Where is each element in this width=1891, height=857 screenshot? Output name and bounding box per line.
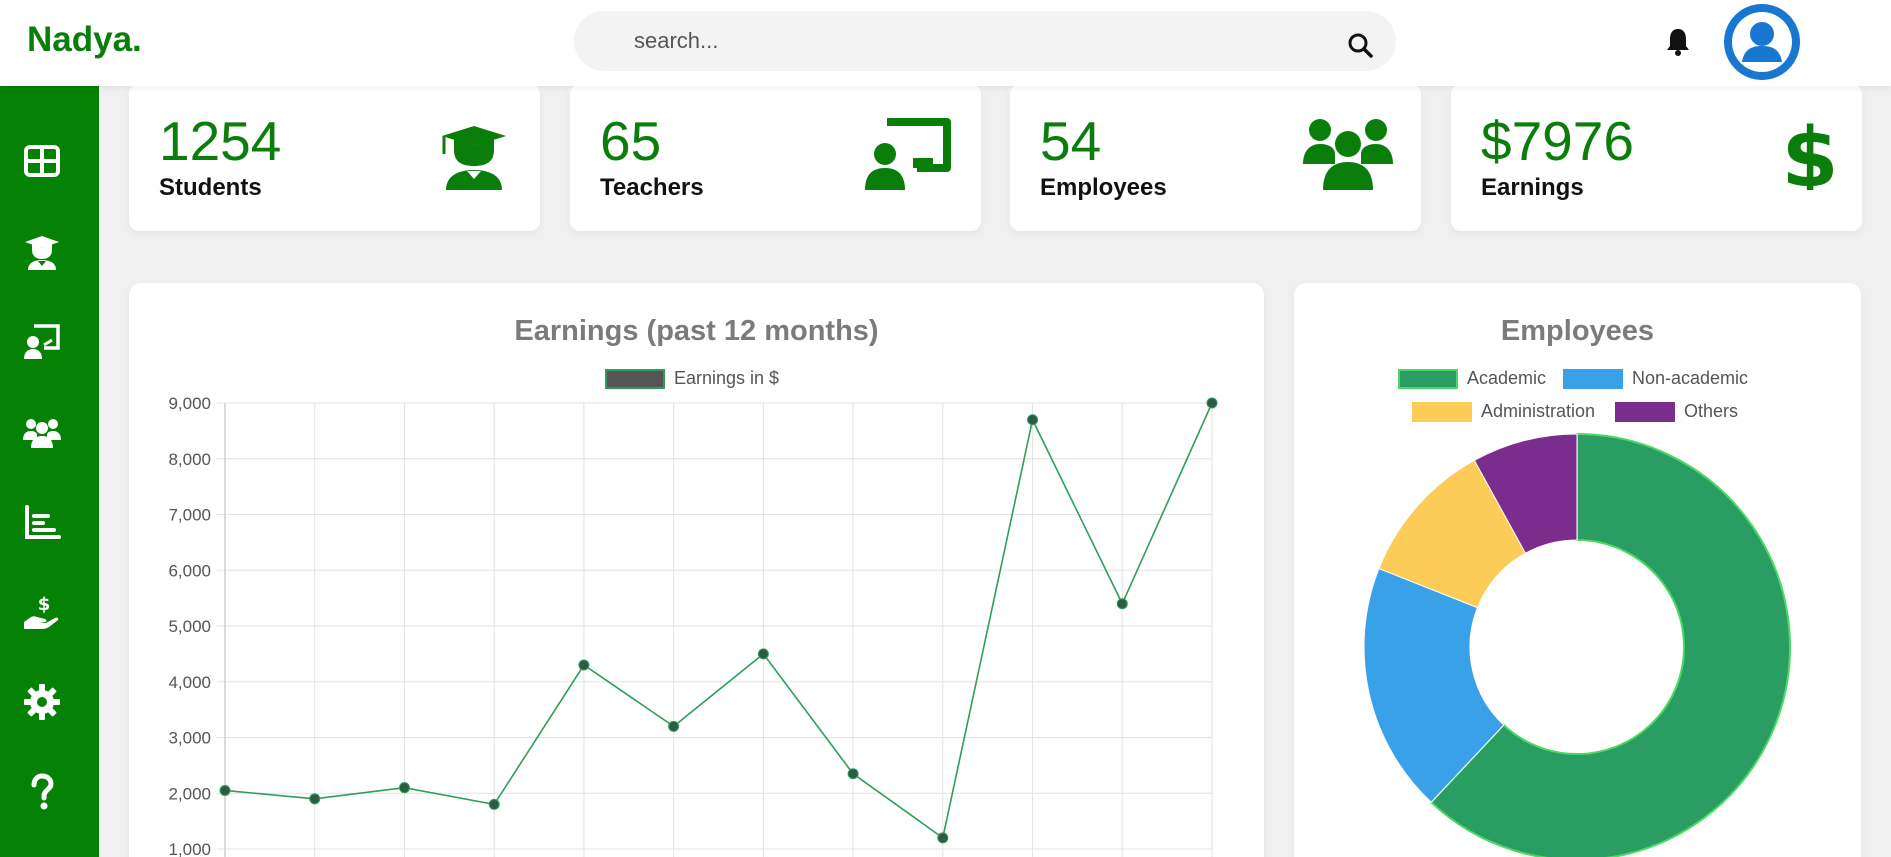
chart-icon — [25, 505, 61, 539]
earnings-data-point[interactable] — [578, 659, 590, 671]
svg-text:$: $ — [1781, 118, 1834, 190]
y-tick-label: 6,000 — [168, 561, 211, 580]
dollar-icon: $ — [1744, 111, 1838, 206]
stat-card-teachers[interactable]: 65 Teachers — [570, 84, 981, 231]
earnings-data-point[interactable] — [398, 782, 410, 794]
stat-label: Earnings — [1481, 174, 1584, 201]
users-icon — [1303, 118, 1393, 190]
employees-chart-panel: Employees Academic Non-academic Administ… — [1294, 283, 1861, 857]
stat-card-employees[interactable]: 54 Employees — [1010, 84, 1421, 231]
graduate-icon — [25, 236, 59, 270]
stat-label: Employees — [1040, 174, 1167, 201]
earnings-data-point[interactable] — [1206, 397, 1218, 409]
stat-label: Students — [159, 174, 262, 201]
brand-logo[interactable]: Nadya. — [27, 20, 142, 60]
bell-icon[interactable] — [1665, 27, 1691, 57]
sidebar-item-payments[interactable]: $ — [18, 588, 66, 636]
stat-value: $7976 — [1481, 110, 1634, 172]
earnings-data-point[interactable] — [1116, 598, 1128, 610]
graduate-icon — [422, 118, 512, 190]
earnings-data-point[interactable] — [847, 768, 859, 780]
user-avatar[interactable] — [1724, 4, 1800, 80]
earnings-data-point[interactable] — [219, 784, 231, 796]
grid-icon — [24, 145, 60, 177]
sidebar-item-students[interactable] — [18, 228, 66, 276]
search-input[interactable] — [634, 24, 1284, 58]
earnings-data-point[interactable] — [1027, 414, 1039, 426]
earnings-data-point[interactable] — [668, 720, 680, 732]
earnings-data-point[interactable] — [309, 793, 321, 805]
hand-dollar-icon: $ — [24, 594, 59, 629]
teacher-icon — [863, 118, 953, 190]
y-tick-label: 4,000 — [168, 673, 211, 692]
earnings-series-line — [224, 402, 1213, 840]
stat-card-earnings[interactable]: $7976 Earnings $ — [1451, 84, 1862, 231]
y-tick-label: 8,000 — [168, 450, 211, 469]
sidebar: $ — [0, 86, 99, 857]
sidebar-item-help[interactable] — [18, 768, 66, 816]
y-tick-label: 2,000 — [168, 784, 211, 803]
stat-value: 65 — [600, 110, 662, 172]
top-bar: Nadya. — [0, 0, 1891, 86]
earnings-data-point[interactable] — [757, 648, 769, 660]
gear-icon — [24, 684, 60, 720]
stat-card-students[interactable]: 1254 Students — [129, 84, 540, 231]
y-tick-label: 3,000 — [168, 729, 211, 748]
search-icon[interactable] — [1346, 31, 1374, 59]
earnings-chart-panel: Earnings (past 12 months) Earnings in $ … — [129, 283, 1264, 857]
sidebar-item-settings[interactable] — [18, 678, 66, 726]
sidebar-item-reports[interactable] — [18, 498, 66, 546]
earnings-data-point[interactable] — [937, 832, 949, 844]
y-tick-label: 7,000 — [168, 506, 211, 525]
search-bar — [574, 11, 1396, 71]
earnings-data-point[interactable] — [488, 798, 500, 810]
y-tick-label: 1,000 — [168, 840, 211, 857]
question-icon — [31, 773, 54, 810]
users-icon — [23, 419, 61, 448]
employees-doughnut-chart — [1363, 432, 1791, 857]
teacher-icon — [24, 324, 60, 359]
user-icon — [1732, 12, 1792, 72]
stat-label: Teachers — [600, 174, 704, 201]
svg-text:$: $ — [38, 594, 51, 615]
earnings-line-chart: 9,000 8,000 7,000 6,000 5,000 4,000 3,000 2,000… — [168, 394, 1218, 857]
sidebar-item-employees[interactable] — [18, 408, 66, 456]
y-tick-label: 9,000 — [168, 394, 211, 413]
sidebar-item-teachers[interactable] — [18, 318, 66, 366]
y-tick-label: 5,000 — [168, 617, 211, 636]
stat-value: 54 — [1040, 110, 1102, 172]
stat-value: 1254 — [159, 110, 282, 172]
sidebar-item-dashboard[interactable] — [18, 137, 66, 185]
